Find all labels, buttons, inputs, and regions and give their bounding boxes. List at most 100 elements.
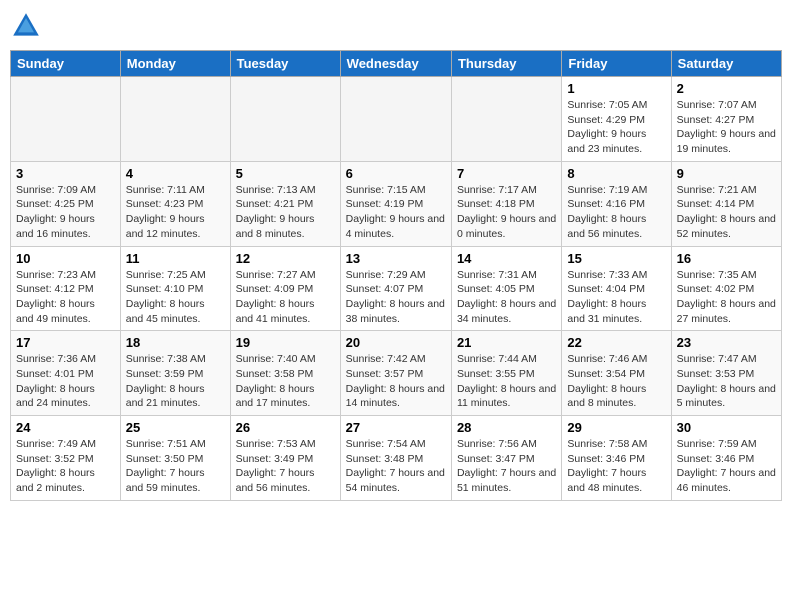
day-number: 10 (16, 251, 115, 266)
day-number: 30 (677, 420, 776, 435)
day-detail: Sunrise: 7:42 AM Sunset: 3:57 PM Dayligh… (346, 352, 446, 411)
day-cell (120, 77, 230, 162)
calendar-table: SundayMondayTuesdayWednesdayThursdayFrid… (10, 50, 782, 501)
day-cell: 9Sunrise: 7:21 AM Sunset: 4:14 PM Daylig… (671, 161, 781, 246)
day-cell: 12Sunrise: 7:27 AM Sunset: 4:09 PM Dayli… (230, 246, 340, 331)
day-detail: Sunrise: 7:19 AM Sunset: 4:16 PM Dayligh… (567, 183, 665, 242)
day-cell: 26Sunrise: 7:53 AM Sunset: 3:49 PM Dayli… (230, 416, 340, 501)
day-cell: 30 Sunrise: 7:59 AM Sunset: 3:46 PM Dayli… (671, 416, 781, 501)
day-cell (340, 77, 451, 162)
day-detail: Sunrise: 7:23 AM Sunset: 4:12 PM Dayligh… (16, 268, 115, 327)
header-thursday: Thursday (451, 51, 561, 77)
day-detail: Sunrise: 7:35 AM Sunset: 4:02 PM Dayligh… (677, 268, 776, 327)
logo (10, 10, 46, 42)
day-detail: Sunrise: 7:05 AM Sunset: 4:29 PM Dayligh… (567, 98, 665, 157)
day-number: 2 (677, 81, 776, 96)
day-number: 7 (457, 166, 556, 181)
day-cell: 29 Sunrise: 7:58 AM Sunset: 3:46 PM Dayli… (562, 416, 671, 501)
day-cell (11, 77, 121, 162)
day-cell: 22Sunrise: 7:46 AM Sunset: 3:54 PM Dayli… (562, 331, 671, 416)
header-wednesday: Wednesday (340, 51, 451, 77)
day-detail: Sunrise: 7:29 AM Sunset: 4:07 PM Dayligh… (346, 268, 446, 327)
day-detail: Sunrise: 7:56 AM Sunset: 3:47 PM Dayligh… (457, 437, 556, 496)
week-row-2: 3 Sunrise: 7:09 AM Sunset: 4:25 PM Daylig… (11, 161, 782, 246)
day-cell: 6 Sunrise: 7:15 AM Sunset: 4:19 PM Daylig… (340, 161, 451, 246)
day-detail: Sunrise: 7:33 AM Sunset: 4:04 PM Dayligh… (567, 268, 665, 327)
day-cell: 10 Sunrise: 7:23 AM Sunset: 4:12 PM Dayli… (11, 246, 121, 331)
day-cell (451, 77, 561, 162)
day-detail: Sunrise: 7:40 AM Sunset: 3:58 PM Dayligh… (236, 352, 335, 411)
day-detail: Sunrise: 7:44 AM Sunset: 3:55 PM Dayligh… (457, 352, 556, 411)
day-number: 13 (346, 251, 446, 266)
day-detail: Sunrise: 7:58 AM Sunset: 3:46 PM Dayligh… (567, 437, 665, 496)
logo-icon (10, 10, 42, 42)
header-monday: Monday (120, 51, 230, 77)
day-number: 25 (126, 420, 225, 435)
day-detail: Sunrise: 7:36 AM Sunset: 4:01 PM Dayligh… (16, 352, 115, 411)
day-detail: Sunrise: 7:25 AM Sunset: 4:10 PM Dayligh… (126, 268, 225, 327)
day-cell: 11 Sunrise: 7:25 AM Sunset: 4:10 PM Dayli… (120, 246, 230, 331)
day-number: 26 (236, 420, 335, 435)
day-number: 29 (567, 420, 665, 435)
day-number: 8 (567, 166, 665, 181)
day-cell: 1 Sunrise: 7:05 AM Sunset: 4:29 PM Daylig… (562, 77, 671, 162)
day-number: 28 (457, 420, 556, 435)
day-cell: 20 Sunrise: 7:42 AM Sunset: 3:57 PM Dayli… (340, 331, 451, 416)
day-detail: Sunrise: 7:59 AM Sunset: 3:46 PM Dayligh… (677, 437, 776, 496)
day-cell: 18 Sunrise: 7:38 AM Sunset: 3:59 PM Dayli… (120, 331, 230, 416)
day-cell: 24Sunrise: 7:49 AM Sunset: 3:52 PM Dayli… (11, 416, 121, 501)
day-cell: 2 Sunrise: 7:07 AM Sunset: 4:27 PM Daylig… (671, 77, 781, 162)
day-cell (230, 77, 340, 162)
header-friday: Friday (562, 51, 671, 77)
day-detail: Sunrise: 7:09 AM Sunset: 4:25 PM Dayligh… (16, 183, 115, 242)
day-cell: 8 Sunrise: 7:19 AM Sunset: 4:16 PM Daylig… (562, 161, 671, 246)
day-detail: Sunrise: 7:27 AM Sunset: 4:09 PM Dayligh… (236, 268, 335, 327)
day-cell: 23Sunrise: 7:47 AM Sunset: 3:53 PM Dayli… (671, 331, 781, 416)
day-detail: Sunrise: 7:54 AM Sunset: 3:48 PM Dayligh… (346, 437, 446, 496)
day-detail: Sunrise: 7:31 AM Sunset: 4:05 PM Dayligh… (457, 268, 556, 327)
day-cell: 7 Sunrise: 7:17 AM Sunset: 4:18 PM Daylig… (451, 161, 561, 246)
day-detail: Sunrise: 7:13 AM Sunset: 4:21 PM Dayligh… (236, 183, 335, 242)
day-cell: 21 Sunrise: 7:44 AM Sunset: 3:55 PM Dayli… (451, 331, 561, 416)
day-number: 4 (126, 166, 225, 181)
day-detail: Sunrise: 7:51 AM Sunset: 3:50 PM Dayligh… (126, 437, 225, 496)
week-row-3: 10 Sunrise: 7:23 AM Sunset: 4:12 PM Dayli… (11, 246, 782, 331)
day-cell: 19 Sunrise: 7:40 AM Sunset: 3:58 PM Dayli… (230, 331, 340, 416)
week-row-4: 17 Sunrise: 7:36 AM Sunset: 4:01 PM Dayli… (11, 331, 782, 416)
calendar-header-row: SundayMondayTuesdayWednesdayThursdayFrid… (11, 51, 782, 77)
day-number: 18 (126, 335, 225, 350)
day-number: 20 (346, 335, 446, 350)
day-cell: 17 Sunrise: 7:36 AM Sunset: 4:01 PM Dayli… (11, 331, 121, 416)
day-number: 1 (567, 81, 665, 96)
day-detail: Sunrise: 7:17 AM Sunset: 4:18 PM Dayligh… (457, 183, 556, 242)
header (10, 10, 782, 42)
header-sunday: Sunday (11, 51, 121, 77)
day-cell: 13 Sunrise: 7:29 AM Sunset: 4:07 PM Dayli… (340, 246, 451, 331)
day-number: 14 (457, 251, 556, 266)
day-number: 15 (567, 251, 665, 266)
day-number: 6 (346, 166, 446, 181)
day-number: 11 (126, 251, 225, 266)
day-number: 17 (16, 335, 115, 350)
week-row-1: 1 Sunrise: 7:05 AM Sunset: 4:29 PM Daylig… (11, 77, 782, 162)
day-detail: Sunrise: 7:15 AM Sunset: 4:19 PM Dayligh… (346, 183, 446, 242)
day-number: 24 (16, 420, 115, 435)
day-detail: Sunrise: 7:38 AM Sunset: 3:59 PM Dayligh… (126, 352, 225, 411)
day-cell: 28 Sunrise: 7:56 AM Sunset: 3:47 PM Dayli… (451, 416, 561, 501)
day-number: 19 (236, 335, 335, 350)
day-number: 22 (567, 335, 665, 350)
header-saturday: Saturday (671, 51, 781, 77)
day-number: 9 (677, 166, 776, 181)
day-cell: 27Sunrise: 7:54 AM Sunset: 3:48 PM Dayli… (340, 416, 451, 501)
day-number: 16 (677, 251, 776, 266)
day-detail: Sunrise: 7:11 AM Sunset: 4:23 PM Dayligh… (126, 183, 225, 242)
day-cell: 25 Sunrise: 7:51 AM Sunset: 3:50 PM Dayli… (120, 416, 230, 501)
day-detail: Sunrise: 7:07 AM Sunset: 4:27 PM Dayligh… (677, 98, 776, 157)
day-number: 3 (16, 166, 115, 181)
day-number: 21 (457, 335, 556, 350)
day-cell: 15 Sunrise: 7:33 AM Sunset: 4:04 PM Dayli… (562, 246, 671, 331)
day-detail: Sunrise: 7:47 AM Sunset: 3:53 PM Dayligh… (677, 352, 776, 411)
day-cell: 3 Sunrise: 7:09 AM Sunset: 4:25 PM Daylig… (11, 161, 121, 246)
header-tuesday: Tuesday (230, 51, 340, 77)
day-cell: 14 Sunrise: 7:31 AM Sunset: 4:05 PM Dayli… (451, 246, 561, 331)
